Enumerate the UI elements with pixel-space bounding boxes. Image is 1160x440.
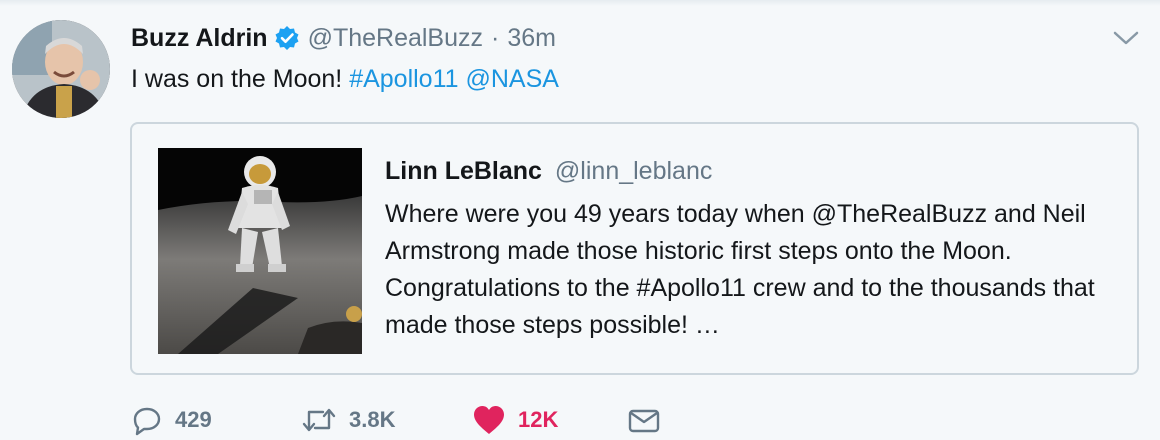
tweet-text-plain: I was on the Moon! [131,65,343,93]
message-icon [628,409,660,433]
retweet-button[interactable]: 3.8K [301,404,472,436]
tweet-header: Buzz Aldrin @TheRealBuzz · 36m [131,22,556,54]
direct-message-button[interactable] [627,404,661,436]
author-handle[interactable]: @TheRealBuzz [308,24,483,53]
astronaut-on-moon-photo [158,148,362,354]
tweet-actions: 429 3.8K 12K [131,400,661,440]
mention-link[interactable]: @NASA [466,65,559,93]
reply-icon [133,407,161,436]
reply-count: 429 [175,407,212,432]
reply-button[interactable]: 429 [131,404,301,436]
heart-icon [474,406,504,434]
like-button[interactable]: 12K [472,404,627,436]
avatar-photo [12,20,110,118]
separator-dot: · [491,23,500,52]
hashtag-link[interactable]: #Apollo11 [349,65,458,93]
author-name[interactable]: Buzz Aldrin [131,24,268,53]
timestamp[interactable]: 36m [507,24,556,53]
retweet-count: 3.8K [349,407,396,432]
quoted-author: Linn LeBlanc @linn_leblanc [385,154,712,188]
timeline-divider [0,0,1160,6]
chevron-down-icon[interactable] [1112,28,1140,48]
tweet-text: I was on the Moon! #Apollo11 @NASA [131,62,559,96]
retweet-icon [302,408,336,432]
quoted-author-handle[interactable]: @linn_leblanc [555,157,712,185]
quoted-tweet-text: Where were you 49 years today when @TheR… [385,200,1095,339]
quoted-tweet-card[interactable]: Linn LeBlanc @linn_leblanc Where were yo… [130,122,1139,375]
quoted-author-name[interactable]: Linn LeBlanc [385,157,542,185]
verified-badge-icon [274,25,300,51]
avatar[interactable] [12,20,110,118]
like-count: 12K [518,407,559,432]
